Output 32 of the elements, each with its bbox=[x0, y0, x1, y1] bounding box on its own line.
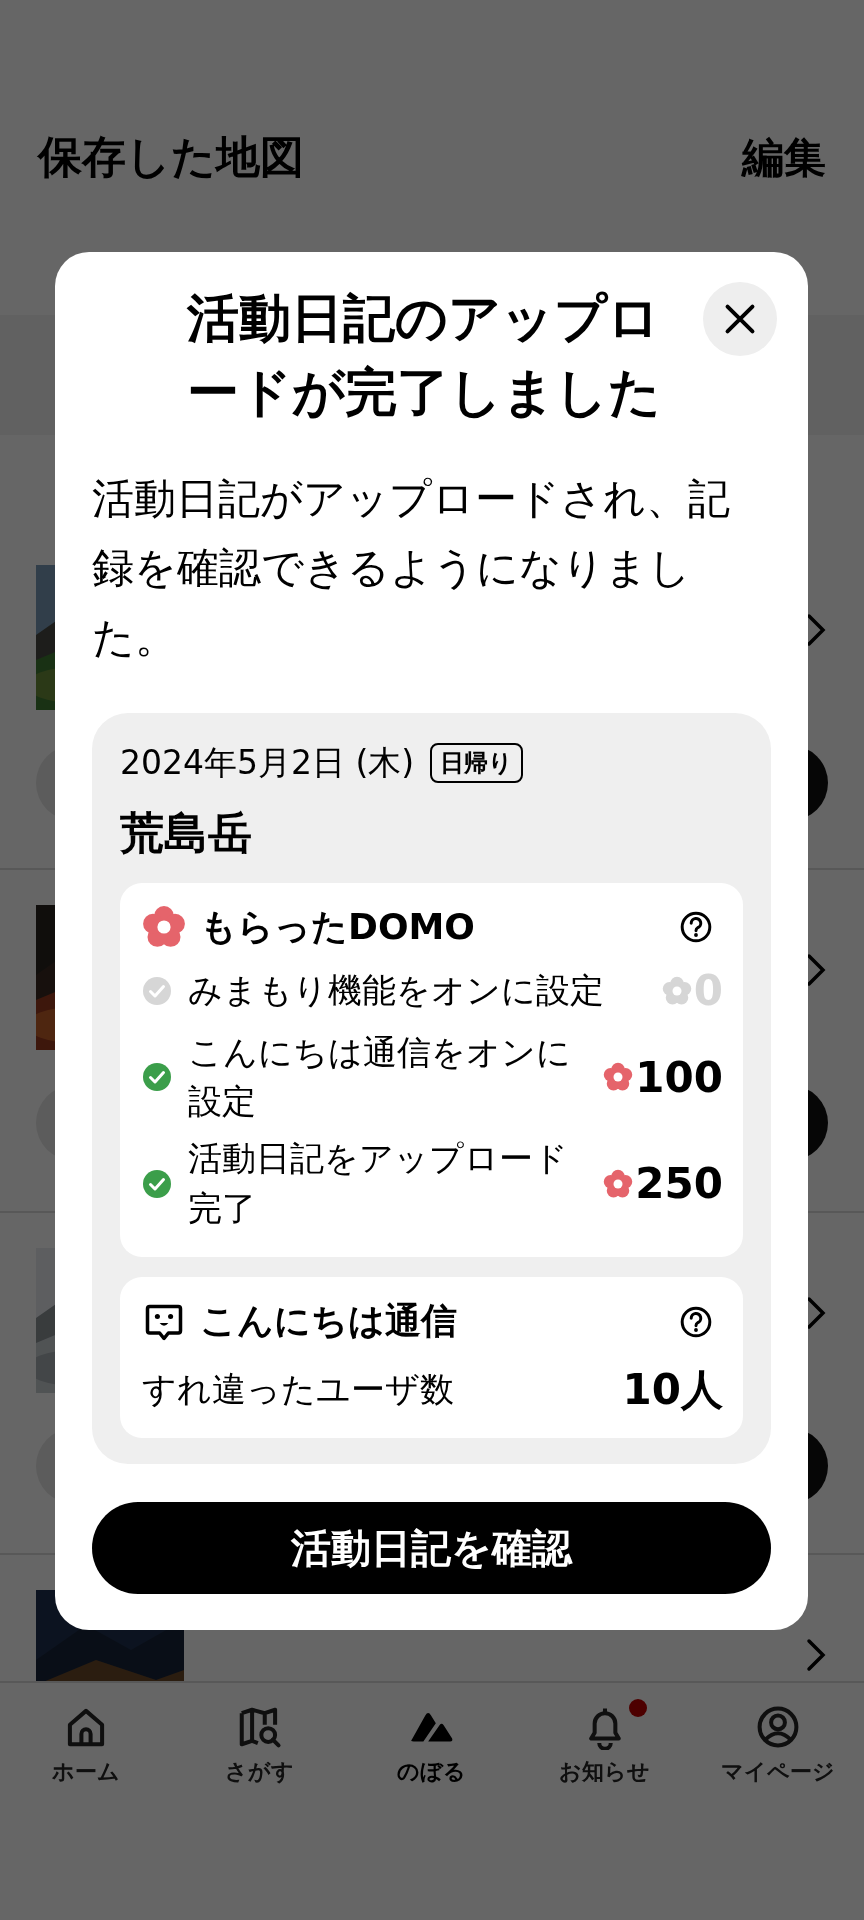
page-title: 保存した地図 bbox=[38, 130, 304, 184]
trip-tag: 日帰り bbox=[430, 743, 524, 784]
passed-users-label: すれ違ったユーザ数 bbox=[142, 1368, 454, 1411]
dialog-title: 活動日記のアップロードが完了しました bbox=[186, 287, 662, 424]
help-icon[interactable] bbox=[679, 910, 713, 945]
nav-tab[interactable]: お知らせ bbox=[518, 1703, 692, 1787]
nav-tab[interactable]: ホーム bbox=[0, 1703, 173, 1787]
mountain-name: 荒島岳 bbox=[120, 805, 253, 860]
hello-title: こんにちは通信 bbox=[200, 1299, 458, 1343]
dialog-message: 活動日記がアップロードされ、記録を確認できるようになりました。 bbox=[92, 472, 731, 665]
domo-item-label: みまもり機能をオンに設定 bbox=[188, 969, 605, 1013]
passed-users-count: 10人 bbox=[622, 1364, 723, 1416]
domo-item-label: 活動日記をアップロード完了 bbox=[188, 1137, 569, 1230]
close-icon bbox=[723, 302, 757, 336]
chevron-right-icon[interactable] bbox=[806, 1296, 826, 1330]
record-date: 2024年5月2日 (木) bbox=[120, 741, 415, 784]
domo-title: もらったDOMO bbox=[200, 904, 476, 949]
chevron-right-icon[interactable] bbox=[806, 613, 826, 647]
nav-tab[interactable]: のぼる bbox=[345, 1703, 519, 1787]
nav-tab[interactable]: マイページ bbox=[691, 1703, 864, 1787]
edit-button[interactable]: 編集 bbox=[742, 129, 826, 186]
flower-icon bbox=[603, 1168, 634, 1199]
domo-item-label: こんにちは通信をオンに設定 bbox=[188, 1030, 572, 1124]
nav-tab[interactable]: さがす bbox=[172, 1703, 346, 1787]
domo-points: 100 bbox=[635, 1052, 723, 1102]
flower-icon bbox=[142, 905, 186, 950]
chevron-right-icon[interactable] bbox=[806, 953, 826, 987]
help-icon[interactable] bbox=[679, 1304, 713, 1339]
flower-icon bbox=[603, 1062, 634, 1093]
view-diary-button[interactable]: 活動日記を確認 bbox=[92, 1502, 771, 1594]
flower-icon bbox=[661, 975, 692, 1006]
domo-points: 250 bbox=[635, 1159, 723, 1209]
